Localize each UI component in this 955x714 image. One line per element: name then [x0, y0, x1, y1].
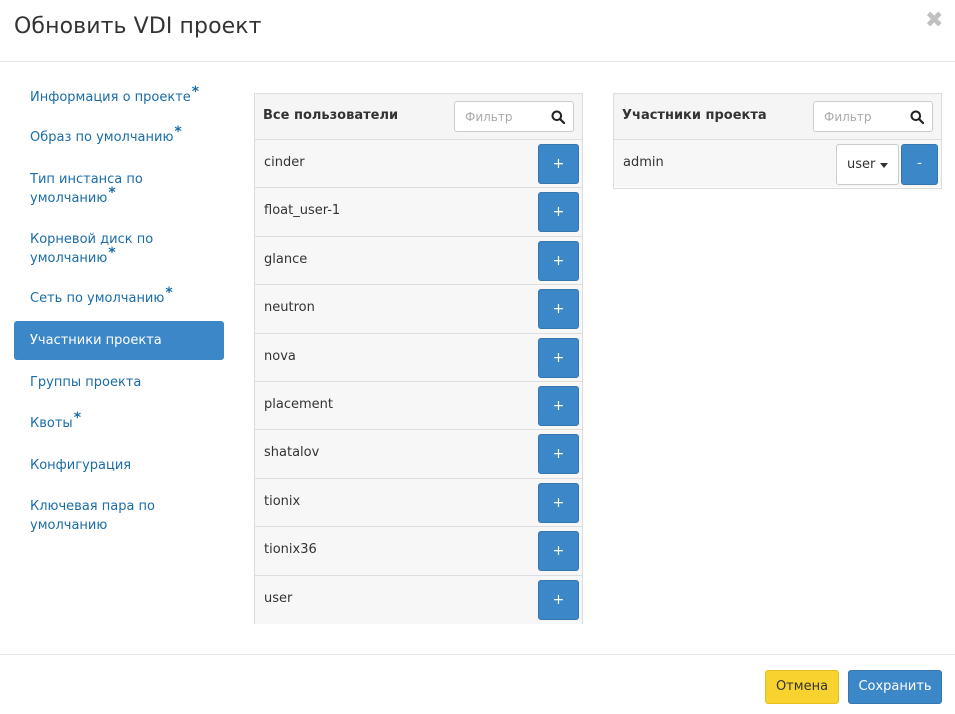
user-name: shatalov — [264, 445, 320, 461]
user-row: glance + — [255, 236, 582, 286]
add-user-button[interactable]: + — [538, 337, 579, 378]
add-user-button[interactable]: + — [538, 240, 579, 281]
nav-item-default-network[interactable]: Сеть по умолчанию* — [14, 285, 224, 308]
nav-item-label: Тип инстанса по — [30, 172, 143, 187]
search-icon[interactable] — [551, 110, 565, 124]
nav-item-project-members[interactable]: Участники проекта — [14, 321, 224, 360]
members-filter — [813, 101, 933, 132]
add-user-button[interactable]: + — [538, 289, 579, 330]
nav-item-default-keypair[interactable]: Ключевая пара по умолчанию — [14, 497, 224, 535]
user-name: placement — [264, 396, 333, 412]
user-name: glance — [264, 251, 308, 267]
nav-item-label: Группы проекта — [30, 375, 142, 390]
modal-header: Обновить VDI проект ✖ — [0, 0, 955, 62]
members-panel: Участники проекта admin user - — [613, 93, 942, 189]
member-name: admin — [623, 155, 664, 170]
members-header: Участники проекта — [614, 94, 941, 140]
nav-item-project-info[interactable]: Информация о проекте* — [14, 84, 224, 107]
all-users-title: Все пользователи — [263, 108, 399, 123]
required-mark: * — [73, 410, 82, 426]
add-user-button[interactable]: + — [538, 531, 579, 572]
nav-item-label: умолчанию — [30, 251, 108, 266]
save-button[interactable]: Сохранить — [848, 670, 942, 704]
nav-item-label: Корневой диск по — [30, 232, 154, 247]
add-user-button[interactable]: + — [538, 385, 579, 426]
user-row: placement + — [255, 381, 582, 431]
add-user-button[interactable]: + — [538, 579, 579, 620]
required-mark: * — [191, 84, 200, 100]
all-users-header: Все пользователи — [255, 94, 582, 140]
role-select[interactable]: user — [836, 144, 899, 185]
required-mark: * — [108, 245, 116, 261]
member-row: admin user - — [614, 140, 941, 187]
user-name: tionix36 — [264, 542, 317, 558]
nav-item-default-image[interactable]: Образ по умолчанию* — [14, 124, 224, 147]
nav-item-label: Образ по умолчанию — [30, 130, 174, 145]
nav-item-label: умолчанию — [30, 518, 108, 533]
remove-member-button[interactable]: - — [901, 144, 938, 185]
close-icon[interactable]: ✖ — [925, 10, 943, 32]
user-row: shatalov + — [255, 430, 582, 479]
user-row: tionix36 + — [255, 527, 582, 576]
add-user-button[interactable]: + — [538, 434, 579, 475]
role-select-value: user — [847, 157, 876, 172]
user-row: user + — [255, 575, 582, 624]
user-name: user — [264, 590, 293, 606]
nav-item-label: Конфигурация — [30, 458, 132, 473]
required-mark: * — [174, 124, 182, 140]
user-row: float_user-1 + — [255, 188, 582, 237]
nav-item-label: Сеть по умолчанию — [30, 291, 165, 306]
nav-item-label: Ключевая пара по — [30, 499, 156, 514]
add-user-button[interactable]: + — [538, 482, 579, 523]
user-name: neutron — [264, 300, 315, 316]
nav-item-label: Информация о проекте — [30, 90, 191, 105]
nav-item-project-groups[interactable]: Группы проекта — [14, 373, 224, 392]
user-row: nova + — [255, 333, 582, 382]
user-name: nova — [264, 348, 296, 364]
nav-item-label: Квоты — [30, 416, 73, 431]
nav-item-label: Участники проекта — [30, 333, 162, 348]
nav-item-default-flavor[interactable]: Тип инстанса по умолчанию* — [14, 170, 224, 208]
user-row: tionix + — [255, 478, 582, 528]
required-mark: * — [108, 185, 116, 201]
nav-item-quotas[interactable]: Квоты* — [14, 410, 224, 433]
caret-down-icon — [880, 163, 888, 168]
user-name: tionix — [264, 493, 301, 509]
user-name: float_user-1 — [264, 203, 341, 219]
required-mark: * — [165, 285, 173, 301]
all-users-list: cinder + float_user-1 + glance + neutron + nova +… — [255, 140, 582, 624]
user-name: cinder — [264, 155, 305, 170]
members-title: Участники проекта — [622, 108, 767, 123]
all-users-filter — [454, 101, 574, 132]
add-user-button[interactable]: + — [538, 144, 579, 184]
nav-item-configuration[interactable]: Конфигурация — [14, 456, 224, 475]
search-icon[interactable] — [910, 110, 924, 124]
nav-item-root-disk[interactable]: Корневой диск по умолчанию* — [14, 230, 224, 268]
user-row: neutron + — [255, 285, 582, 334]
all-users-panel: Все пользователи cinder+float_user-1+gla… — [254, 93, 583, 624]
cancel-button[interactable]: Отмена — [765, 670, 839, 704]
nav-item-label: умолчанию — [30, 191, 108, 206]
add-user-button[interactable]: + — [538, 192, 579, 233]
modal-title: Обновить VDI проект — [14, 14, 262, 39]
user-row: cinder + — [255, 140, 582, 189]
